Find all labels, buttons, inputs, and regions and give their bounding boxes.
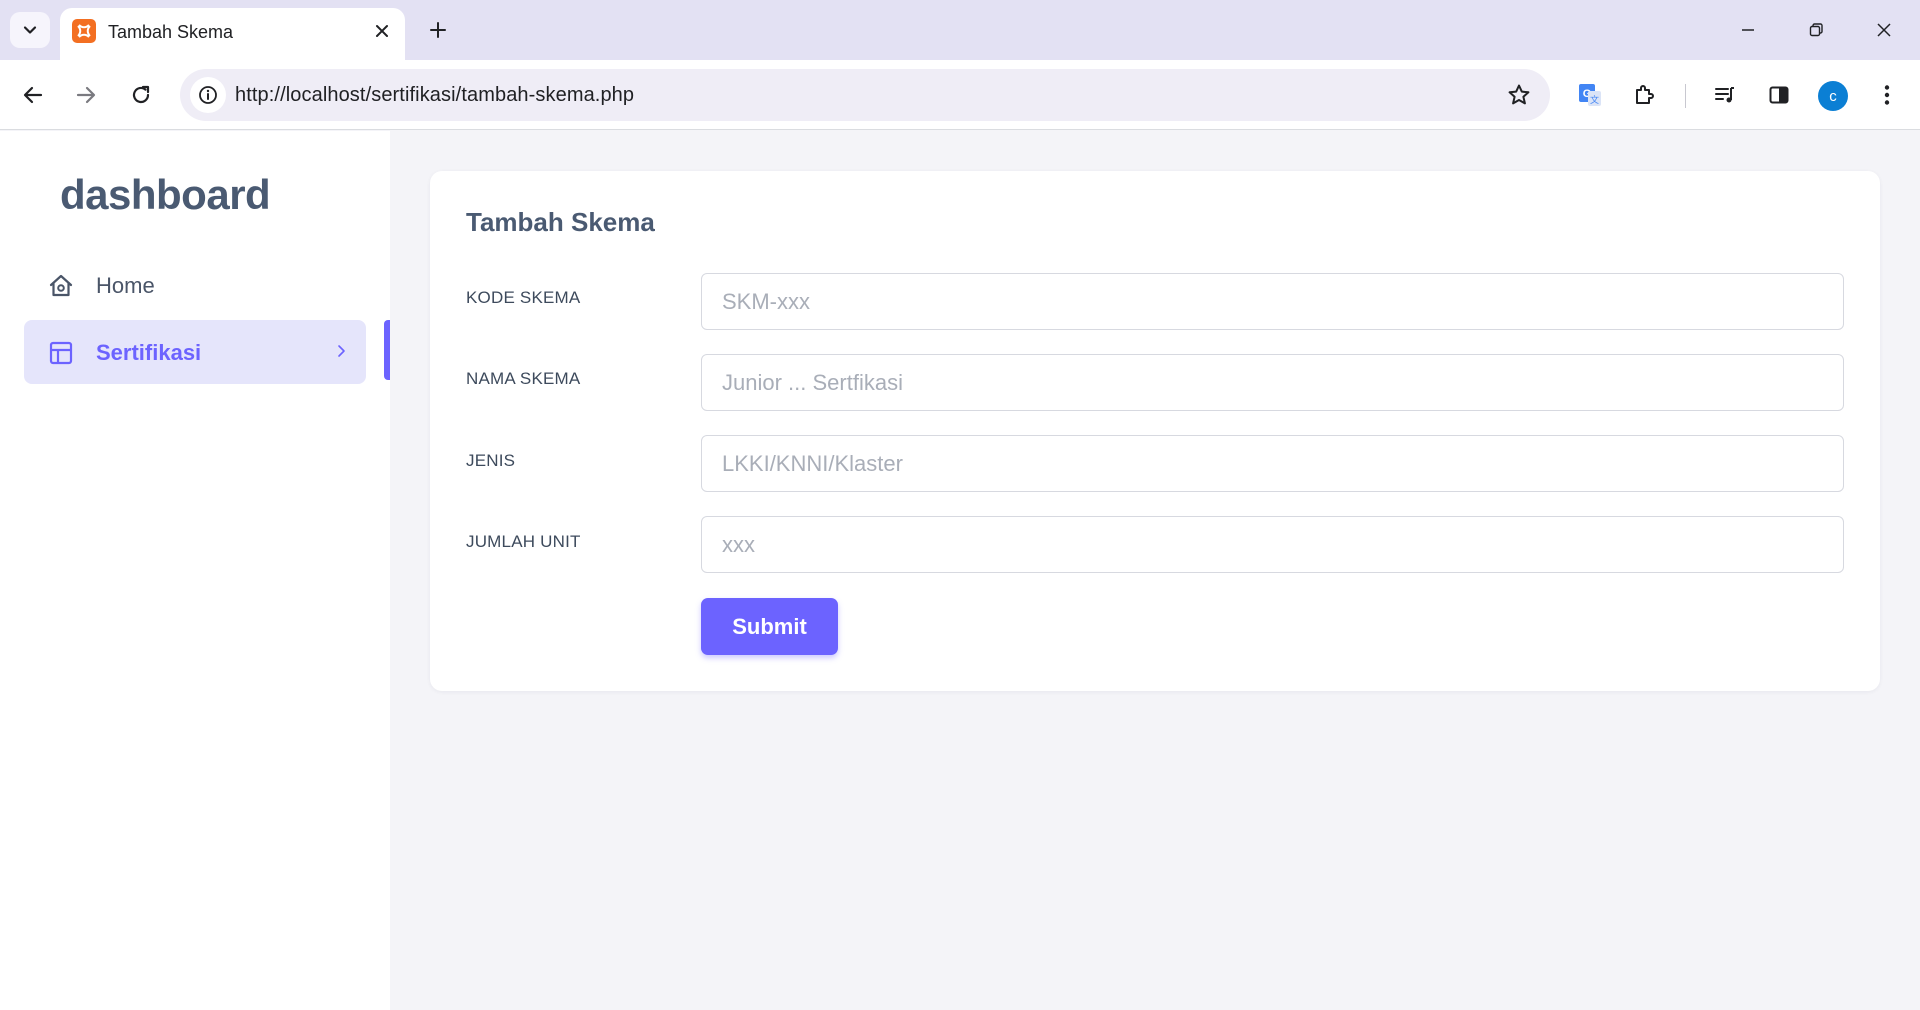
chevron-right-icon — [332, 342, 350, 360]
reload-icon — [132, 85, 150, 104]
xampp-favicon-icon — [72, 19, 96, 43]
browser-toolbar: http://localhost/sertifikasi/tambah-skem… — [0, 60, 1920, 130]
tab-title: Tambah Skema — [108, 22, 234, 42]
kode-skema-input[interactable] — [701, 273, 1844, 330]
browser-tabstrip: Tambah Skema — [0, 0, 1920, 60]
brand-logo-text[interactable]: dashboard — [60, 171, 271, 219]
page-content: dashboard Home Sertifikasi Tambah Skema … — [0, 131, 1920, 1010]
restore-icon — [1809, 23, 1823, 37]
active-indicator — [384, 320, 390, 380]
profile-avatar[interactable]: c — [1818, 81, 1848, 111]
browser-tab-active[interactable]: Tambah Skema — [60, 8, 405, 60]
new-tab-button[interactable] — [420, 12, 456, 48]
jumlah-unit-label: JUMLAH UNIT — [466, 532, 581, 551]
nama-skema-label: NAMA SKEMA — [466, 369, 581, 388]
tab-close-icon[interactable] — [367, 16, 397, 46]
arrow-right-icon — [76, 86, 96, 104]
sidebar-item-sertifikasi[interactable]: Sertifikasi — [24, 320, 366, 384]
site-info-icon[interactable] — [190, 77, 226, 113]
plus-icon — [430, 22, 446, 38]
sidebar-item-home[interactable]: Home — [24, 253, 366, 317]
minimize-icon — [1742, 29, 1754, 31]
arrow-left-icon — [23, 86, 43, 104]
browser-menu-icon[interactable] — [1867, 75, 1907, 115]
jumlah-unit-input[interactable] — [701, 516, 1844, 573]
media-control-icon[interactable] — [1705, 75, 1745, 115]
url-text: http://localhost/sertifikasi/tambah-skem… — [235, 84, 635, 106]
submit-button[interactable]: Submit — [701, 598, 838, 655]
layout-icon — [48, 340, 74, 366]
tab-search-button[interactable] — [10, 12, 50, 48]
toolbar-divider — [1685, 84, 1686, 108]
bookmark-star-icon[interactable] — [1506, 82, 1532, 108]
chevron-down-icon — [23, 26, 37, 34]
forward-button[interactable] — [66, 75, 106, 115]
page-title: Tambah Skema — [466, 207, 655, 237]
side-panel-icon[interactable] — [1759, 75, 1799, 115]
sidebar: dashboard Home Sertifikasi — [0, 131, 390, 1010]
close-window-button[interactable] — [1862, 10, 1906, 50]
minimize-button[interactable] — [1726, 10, 1770, 50]
sidebar-item-label: Home — [96, 273, 155, 298]
nama-skema-input[interactable] — [701, 354, 1844, 411]
svg-text:文: 文 — [1590, 94, 1599, 105]
reload-button[interactable] — [121, 75, 161, 115]
form-card: Tambah Skema KODE SKEMA NAMA SKEMA JENIS… — [430, 171, 1880, 691]
back-button[interactable] — [13, 75, 53, 115]
kode-skema-label: KODE SKEMA — [466, 288, 581, 307]
restore-button[interactable] — [1794, 10, 1838, 50]
google-translate-icon[interactable]: G文 — [1570, 75, 1610, 115]
address-bar[interactable]: http://localhost/sertifikasi/tambah-skem… — [180, 69, 1550, 121]
close-icon — [1877, 23, 1891, 37]
extensions-icon[interactable] — [1625, 75, 1665, 115]
jenis-input[interactable] — [701, 435, 1844, 492]
jenis-label: JENIS — [466, 451, 516, 470]
home-icon — [48, 273, 74, 299]
sidebar-item-label: Sertifikasi — [96, 340, 202, 365]
